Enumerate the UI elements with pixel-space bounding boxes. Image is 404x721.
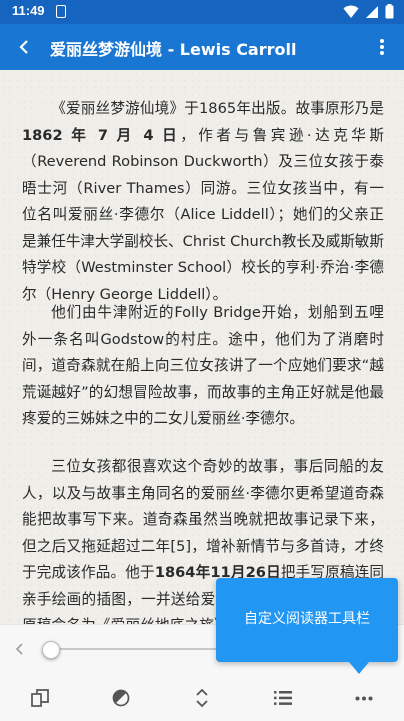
paragraph-2: 他们由牛津附近的Folly Bridge开始，划船到五哩外一条名叫Godstow…	[22, 304, 384, 427]
trip-date: 1862 年 7 月 4 日	[22, 126, 181, 144]
previous-chapter-button[interactable]	[10, 639, 30, 659]
wifi-icon	[343, 5, 359, 18]
vertical-expand-icon	[196, 688, 208, 708]
paragraph-3-text-a: 三位女孩都很喜欢这个奇妙的故事，事后同船的友人，以及与故事主角同名的爱丽丝·李德…	[22, 458, 384, 581]
app-bar: 爱丽丝梦游仙境 - Lewis Carroll	[0, 24, 404, 70]
paragraph-1-text-b: ，作者与鲁宾逊·达克华斯（Reverend Robinson Duckworth…	[22, 126, 384, 303]
reader-toolbar	[0, 675, 404, 721]
toolbar-more-button[interactable]	[323, 675, 404, 721]
overflow-menu-button[interactable]	[368, 31, 396, 63]
theme-contrast-icon	[112, 689, 130, 707]
list-icon	[273, 691, 292, 705]
more-vertical-icon	[380, 39, 384, 55]
sim-card-icon	[56, 5, 66, 18]
tooltip-arrow	[349, 662, 369, 674]
book-title: 爱丽丝梦游仙境 - Lewis Carroll	[50, 40, 297, 59]
progress-slider-thumb[interactable]	[42, 641, 60, 659]
status-icons	[343, 4, 394, 19]
tooltip-text: 自定义阅读器工具栏	[244, 611, 370, 627]
paragraph-1: 《爱丽丝梦游仙境》于1865年出版。故事原形乃是1862 年 7 月 4 日，作…	[22, 96, 384, 308]
back-button[interactable]	[8, 31, 40, 63]
toolbar-contents-button[interactable]	[242, 675, 323, 721]
toolbar-pages-button[interactable]	[0, 675, 81, 721]
book-pages-icon	[31, 689, 50, 707]
customize-toolbar-tooltip[interactable]: 自定义阅读器工具栏	[216, 578, 398, 674]
reader-page[interactable]: 《爱丽丝梦游仙境》于1865年出版。故事原形乃是1862 年 7 月 4 日，作…	[0, 70, 404, 624]
status-bar: 11:49	[0, 0, 404, 24]
battery-icon	[385, 4, 394, 19]
toolbar-theme-button[interactable]	[81, 675, 162, 721]
status-time: 11:49	[12, 3, 45, 18]
arrow-back-icon	[19, 40, 28, 54]
signal-icon	[366, 5, 378, 18]
paragraph-1-text-a: 于1865年出版。故事原形乃是	[184, 100, 384, 117]
book-title-ref: 《爱丽丝梦游仙境》	[51, 100, 185, 117]
progress-track[interactable]	[46, 648, 216, 650]
chevron-left-icon	[15, 643, 23, 655]
toolbar-spacing-button[interactable]	[162, 675, 243, 721]
more-horizontal-icon	[355, 696, 373, 700]
